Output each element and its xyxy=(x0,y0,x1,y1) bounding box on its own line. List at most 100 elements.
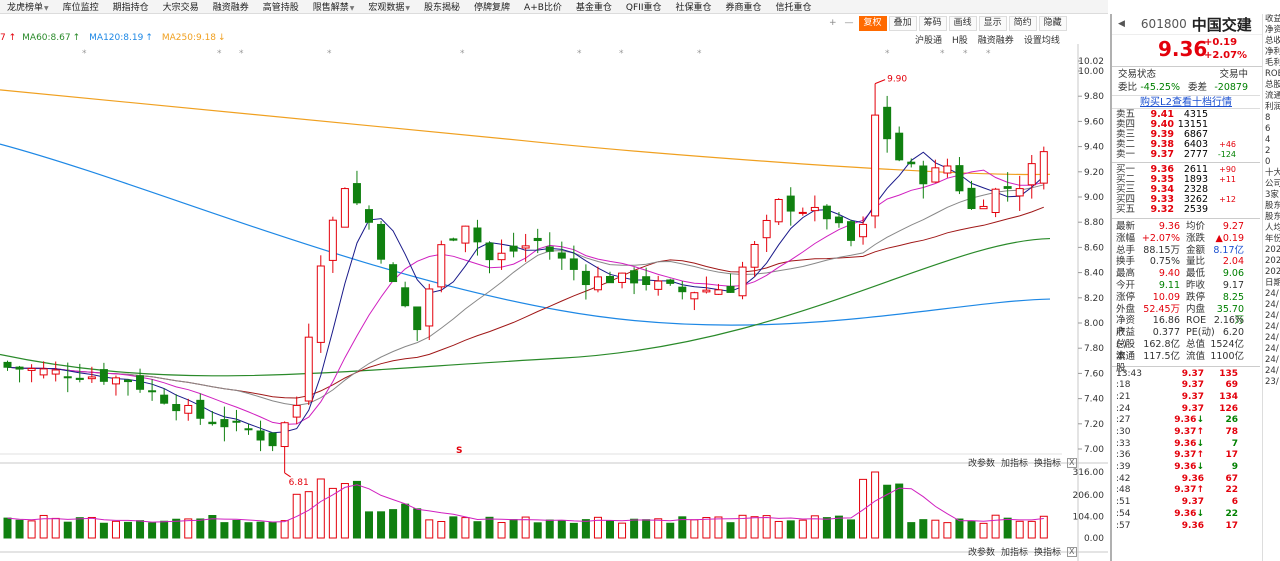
candle-body xyxy=(810,206,819,212)
candle xyxy=(943,158,952,178)
menu-item-5[interactable]: 高管持股 xyxy=(256,0,306,13)
chevron-down-icon: ▼ xyxy=(44,5,49,12)
quote-value: +2.07% xyxy=(1141,232,1180,244)
event-star-icon[interactable]: * xyxy=(940,49,945,59)
close-icon-2[interactable]: X xyxy=(1067,546,1077,557)
quote-row: 流通股 117.5亿 流值 1100亿 xyxy=(1112,351,1280,374)
tick-price-value: 9.36 xyxy=(1174,415,1197,426)
tick-price: 9.36↓ xyxy=(1148,509,1204,521)
quote-value: 2.04 xyxy=(1222,256,1244,268)
candle xyxy=(27,364,36,383)
menu-item-4[interactable]: 融资融券 xyxy=(206,0,256,13)
ma10-line xyxy=(7,169,1044,425)
quote-value: 162.8亿 xyxy=(1143,338,1180,350)
kline-chart[interactable]: 10.0210.00 9.80 9.60 9.40 9.20 9.00 8.80 8.60 8.… xyxy=(0,14,1108,561)
volume-bar xyxy=(220,522,229,539)
tick-price: 9.36↓ xyxy=(1148,439,1204,451)
tick-price-value: 9.36 xyxy=(1181,473,1204,484)
f10-strip-item: 利润 xyxy=(1265,102,1280,112)
menu-item-0[interactable]: 龙虎榜单▼ xyxy=(0,0,56,13)
candle xyxy=(931,159,940,183)
quote-row: 收益(-) 0.377 PE(动) 6.20 xyxy=(1112,327,1280,350)
close-icon[interactable]: X xyxy=(1067,457,1077,468)
candle xyxy=(220,406,229,442)
candle-body xyxy=(437,244,446,288)
candle-body xyxy=(521,245,530,249)
menu-item-8[interactable]: 股东揭秘 xyxy=(417,0,467,13)
low-marker-label: 6.81 xyxy=(289,478,309,488)
event-star-icon[interactable]: * xyxy=(217,49,222,59)
event-star-icon[interactable]: * xyxy=(963,49,968,59)
tick-time: :33 xyxy=(1116,438,1131,449)
volume-bar xyxy=(666,522,675,539)
menu-item-3[interactable]: 大宗交易 xyxy=(156,0,206,13)
switch-indicator-button-2[interactable]: 换指标 xyxy=(1034,545,1061,558)
quote-label: 涨停 xyxy=(1116,291,1136,303)
candle-body xyxy=(593,276,602,291)
l2-upgrade-link[interactable]: 购买L2查看十档行情 xyxy=(1112,95,1260,109)
candle-body xyxy=(461,225,470,244)
tick-price-value: 9.37 xyxy=(1181,368,1204,379)
volume-bar xyxy=(859,478,868,539)
last-price: 9.36 xyxy=(1158,37,1208,61)
event-star-icon[interactable]: * xyxy=(619,49,624,59)
menu-item-12[interactable]: QFII重仓 xyxy=(619,0,669,13)
candle xyxy=(473,219,482,256)
event-star-icon[interactable]: * xyxy=(986,49,991,59)
volume-bar xyxy=(606,520,614,539)
quote-row: 最新 9.36 均价 9.27 xyxy=(1112,221,1280,233)
status-value: 交易中 xyxy=(1219,69,1248,80)
quote-row: 涨停 10.09 跌停 8.25 xyxy=(1112,292,1280,304)
candle xyxy=(895,126,904,162)
menu-item-10[interactable]: A+B比价 xyxy=(517,0,569,13)
menu-item-11[interactable]: 基金重仓 xyxy=(569,0,619,13)
candle xyxy=(810,195,819,222)
event-star-icon[interactable]: * xyxy=(697,49,702,59)
menu-item-7[interactable]: 宏观数据▼ xyxy=(361,0,417,13)
candle xyxy=(184,398,193,421)
menu-item-14[interactable]: 券商重仓 xyxy=(719,0,769,13)
add-indicator-button[interactable]: 加指标 xyxy=(1001,456,1028,469)
prev-stock-icon[interactable]: ◀ xyxy=(1118,19,1125,29)
tick-time: :18 xyxy=(1116,380,1131,391)
event-star-icon[interactable]: * xyxy=(460,49,465,59)
menu-item-2[interactable]: 期指持仓 xyxy=(106,0,156,13)
candle-body xyxy=(509,245,518,252)
orderbook-delta: +46 xyxy=(1219,140,1236,149)
tick-price-value: 9.36 xyxy=(1174,462,1197,473)
stock-header: ◀ 601800 中国交建 ▶ xyxy=(1112,14,1280,35)
candle-body xyxy=(184,404,193,414)
event-star-icon[interactable]: * xyxy=(82,49,87,59)
price-axis-label: 7.00 xyxy=(1084,445,1104,455)
orderbook-row: 买五 9.32 2539 xyxy=(1112,205,1280,215)
menu-item-13[interactable]: 社保重仓 xyxy=(669,0,719,13)
candle-body xyxy=(822,205,831,220)
f10-strip-item: 3家 xyxy=(1265,190,1279,200)
stock-app: 龙虎榜单▼ 库位监控 期指持仓 大宗交易 融资融券 高管持股 限售解禁▼ 宏观数据▼ 股东揭秘停… xyxy=(0,0,1280,561)
orderbook-price: 9.37 xyxy=(1150,149,1174,160)
menu-item-9[interactable]: 停牌复牌 xyxy=(467,0,517,13)
price-axis-label: 10.02 xyxy=(1078,57,1104,67)
quote-value: 9.40 xyxy=(1158,268,1180,280)
candle-body xyxy=(678,286,687,293)
event-star-icon[interactable]: * xyxy=(885,49,890,59)
add-indicator-button-2[interactable]: 加指标 xyxy=(1001,545,1028,558)
menu-item-6[interactable]: 限售解禁▼ xyxy=(306,0,362,13)
candle xyxy=(654,275,663,296)
menu-item-15[interactable]: 信托重仓 xyxy=(769,0,819,13)
change-params-button[interactable]: 改参数 xyxy=(968,456,995,469)
menu-item-1[interactable]: 库位监控 xyxy=(56,0,106,13)
event-star-icon[interactable]: * xyxy=(239,49,244,59)
tick-price-value: 9.36 xyxy=(1174,438,1197,449)
tick-price-value: 9.36 xyxy=(1174,508,1197,519)
candle-body xyxy=(425,288,434,327)
event-star-icon[interactable]: * xyxy=(327,49,332,59)
candle-body xyxy=(726,285,735,293)
switch-indicator-button[interactable]: 换指标 xyxy=(1034,456,1061,469)
tick-price: 9.37 xyxy=(1148,392,1204,404)
candle-body xyxy=(111,377,120,385)
change-params-button-2[interactable]: 改参数 xyxy=(968,545,995,558)
quote-row: 总手 88.15万 金额 8.17亿 xyxy=(1112,245,1280,257)
price-axis-label: 7.20 xyxy=(1084,420,1104,430)
event-star-icon[interactable]: * xyxy=(577,49,582,59)
